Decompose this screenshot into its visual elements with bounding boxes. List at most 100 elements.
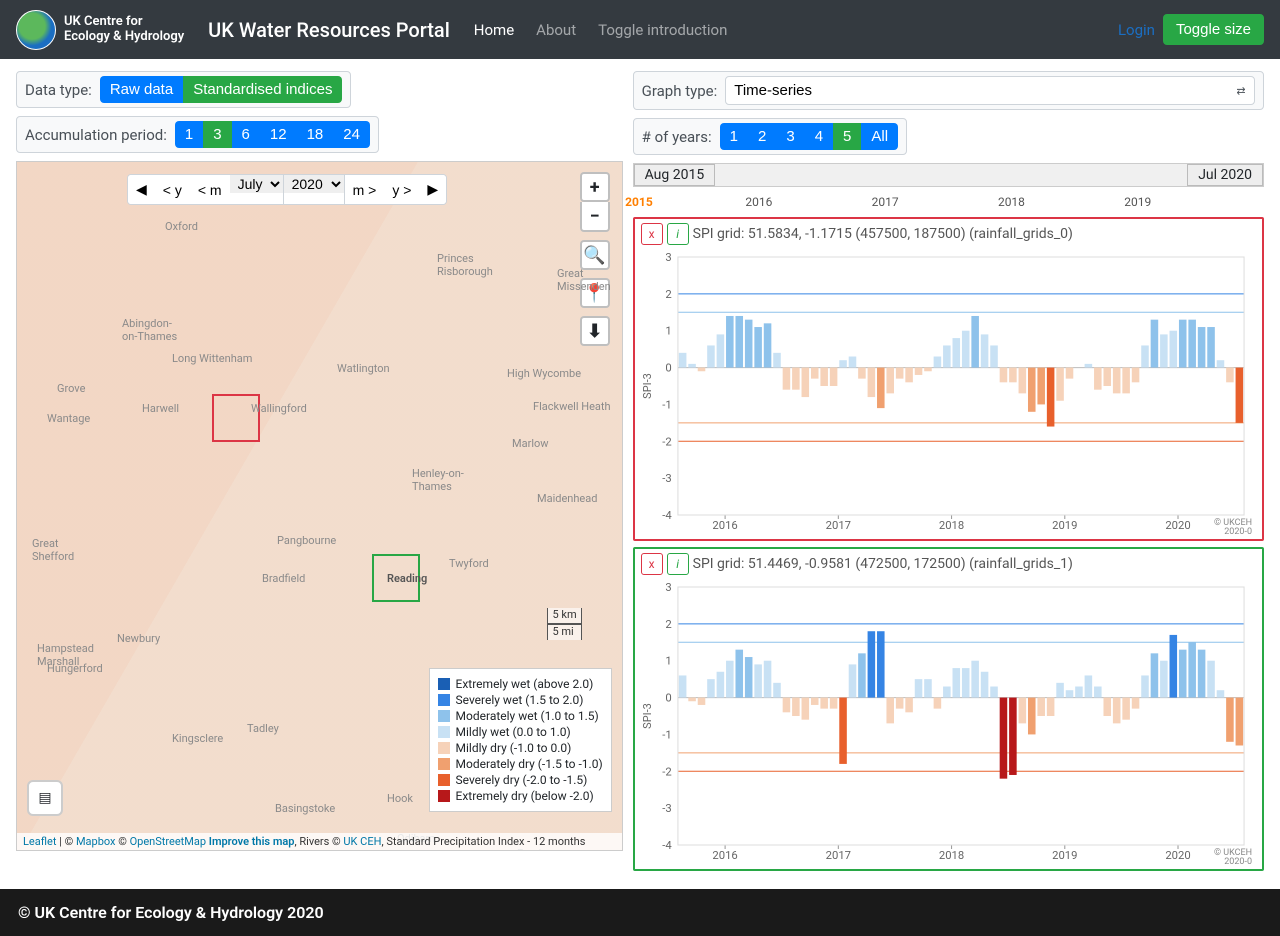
svg-text:2020: 2020 — [1165, 519, 1190, 532]
nav-toggle-intro[interactable]: Toggle introduction — [598, 21, 727, 39]
year-tick: 2015 — [625, 195, 653, 209]
legend-swatch — [438, 710, 450, 722]
map-label: Watlington — [337, 362, 390, 375]
map-layers-button[interactable]: ▤ — [27, 780, 63, 816]
year-tick: 2016 — [745, 195, 772, 209]
map-label: Marlow — [512, 437, 549, 450]
accum-18-button[interactable]: 18 — [297, 121, 334, 148]
chart-info-button[interactable]: i — [667, 553, 689, 575]
chart-title: SPI grid: 51.5834, -1.1715 (457500, 1875… — [693, 226, 1073, 242]
app-title: UK Water Resources Portal — [208, 18, 450, 42]
zoom-in-button[interactable]: + — [580, 172, 610, 202]
legend-row: Moderately wet (1.0 to 1.5) — [438, 709, 603, 723]
time-slider[interactable]: Aug 2015 Jul 2020 — [633, 163, 1264, 187]
chart-close-button[interactable]: x — [641, 223, 663, 245]
nav-about[interactable]: About — [536, 21, 576, 39]
map-selection-green[interactable] — [372, 554, 420, 602]
chart-close-button[interactable]: x — [641, 553, 663, 575]
year-axis: 20152016201720182019 — [633, 195, 1264, 209]
accum-24-button[interactable]: 24 — [333, 121, 370, 148]
chart-panel-0: xiSPI grid: 51.5834, -1.1715 (457500, 18… — [633, 217, 1264, 541]
navbar: UK Centre for Ecology & Hydrology UK Wat… — [0, 0, 1280, 59]
graph-type-select[interactable]: Time-series — [725, 76, 1255, 105]
map-locate-button[interactable]: 📍 — [580, 278, 610, 308]
footer: © UK Centre for Ecology & Hydrology 2020 — [0, 889, 1280, 936]
legend-row: Mildly dry (-1.0 to 0.0) — [438, 741, 603, 755]
legend-label: Extremely dry (below -2.0) — [456, 789, 594, 803]
legend-label: Severely wet (1.5 to 2.0) — [456, 693, 584, 707]
nav-home[interactable]: Home — [474, 21, 514, 39]
map-date-nav: ◀ < y < m July 2020 m > y > ▶ — [127, 174, 447, 205]
chart-credit: © UKCEH2020-0 — [1214, 519, 1252, 537]
legend-swatch — [438, 694, 450, 706]
map-search-button[interactable]: 🔍 — [580, 240, 610, 270]
map-selection-red[interactable] — [212, 394, 260, 442]
year-tick: 2017 — [872, 195, 899, 209]
svg-text:3: 3 — [665, 251, 671, 264]
date-year-select[interactable]: 2020 — [284, 175, 344, 193]
map-label: High Wycombe — [507, 367, 581, 380]
years-3-button[interactable]: 3 — [776, 123, 804, 150]
svg-text:2019: 2019 — [1052, 519, 1077, 532]
attrib-ukceh[interactable]: UK CEH — [343, 835, 381, 848]
svg-text:-3: -3 — [662, 472, 671, 485]
legend-row: Severely wet (1.5 to 2.0) — [438, 693, 603, 707]
attrib-leaflet[interactable]: Leaflet — [23, 835, 56, 848]
chart-svg: -4-3-2-10123SPI-320162017201820192020 — [641, 577, 1256, 867]
zoom-out-button[interactable]: − — [580, 202, 610, 232]
date-month-select[interactable]: July — [230, 175, 283, 193]
attrib-mapbox[interactable]: Mapbox — [76, 835, 116, 848]
raw-data-button[interactable]: Raw data — [100, 76, 183, 103]
years-4-button[interactable]: 4 — [805, 123, 833, 150]
date-prev-month-button[interactable]: < m — [190, 175, 230, 204]
legend-label: Extremely wet (above 2.0) — [456, 677, 594, 691]
map-label: Basingstoke — [275, 802, 335, 815]
login-link[interactable]: Login — [1118, 21, 1155, 39]
scale-mi: 5 mi — [547, 624, 581, 640]
years-5-button[interactable]: 5 — [833, 123, 861, 150]
date-prev-button[interactable]: ◀ — [128, 175, 155, 204]
map[interactable]: ◀ < y < m July 2020 m > y > ▶ + − 🔍 📍 ⬇ … — [16, 161, 623, 851]
legend-row: Extremely dry (below -2.0) — [438, 789, 603, 803]
accum-3-button[interactable]: 3 — [203, 121, 231, 148]
svg-text:2020: 2020 — [1165, 849, 1190, 862]
svg-text:-3: -3 — [662, 802, 671, 815]
years-1-button[interactable]: 1 — [720, 123, 748, 150]
chart-info-button[interactable]: i — [667, 223, 689, 245]
accum-12-button[interactable]: 12 — [260, 121, 297, 148]
date-next-year-button[interactable]: y > — [384, 175, 419, 204]
years-label: # of years: — [642, 128, 712, 146]
years-2-button[interactable]: 2 — [748, 123, 776, 150]
pin-icon: 📍 — [583, 283, 605, 304]
svg-text:-4: -4 — [662, 509, 671, 522]
svg-text:2017: 2017 — [825, 519, 850, 532]
years-toolbar: # of years: 12345All — [633, 118, 907, 155]
accum-6-button[interactable]: 6 — [232, 121, 260, 148]
map-label: Hungerford — [47, 662, 103, 675]
slider-start-handle[interactable]: Aug 2015 — [634, 164, 716, 186]
map-label: Twyford — [449, 557, 489, 570]
toggle-size-button[interactable]: Toggle size — [1163, 14, 1264, 45]
svg-text:1: 1 — [665, 655, 671, 668]
slider-end-handle[interactable]: Jul 2020 — [1187, 164, 1263, 186]
svg-text:2018: 2018 — [939, 849, 964, 862]
slider-track[interactable] — [715, 164, 1187, 186]
date-next-month-button[interactable]: m > — [345, 175, 385, 204]
date-prev-year-button[interactable]: < y — [155, 175, 190, 204]
standardised-button[interactable]: Standardised indices — [183, 76, 342, 103]
map-download-button[interactable]: ⬇ — [580, 316, 610, 346]
attrib-improve[interactable]: Improve this map — [206, 835, 294, 848]
date-next-button[interactable]: ▶ — [419, 175, 446, 204]
svg-text:2: 2 — [665, 288, 671, 301]
graph-type-toolbar: Graph type: Time-series — [633, 71, 1264, 110]
legend-row: Severely dry (-2.0 to -1.5) — [438, 773, 603, 787]
accum-1-button[interactable]: 1 — [175, 121, 203, 148]
svg-text:3: 3 — [665, 581, 671, 594]
years-All-button[interactable]: All — [861, 123, 898, 150]
svg-text:-4: -4 — [662, 839, 671, 852]
legend-row: Mildly wet (0.0 to 1.0) — [438, 725, 603, 739]
attrib-osm[interactable]: OpenStreetMap — [130, 835, 206, 848]
svg-text:-2: -2 — [662, 435, 671, 448]
map-label: Pangbourne — [277, 534, 336, 547]
layers-icon: ▤ — [38, 790, 51, 806]
